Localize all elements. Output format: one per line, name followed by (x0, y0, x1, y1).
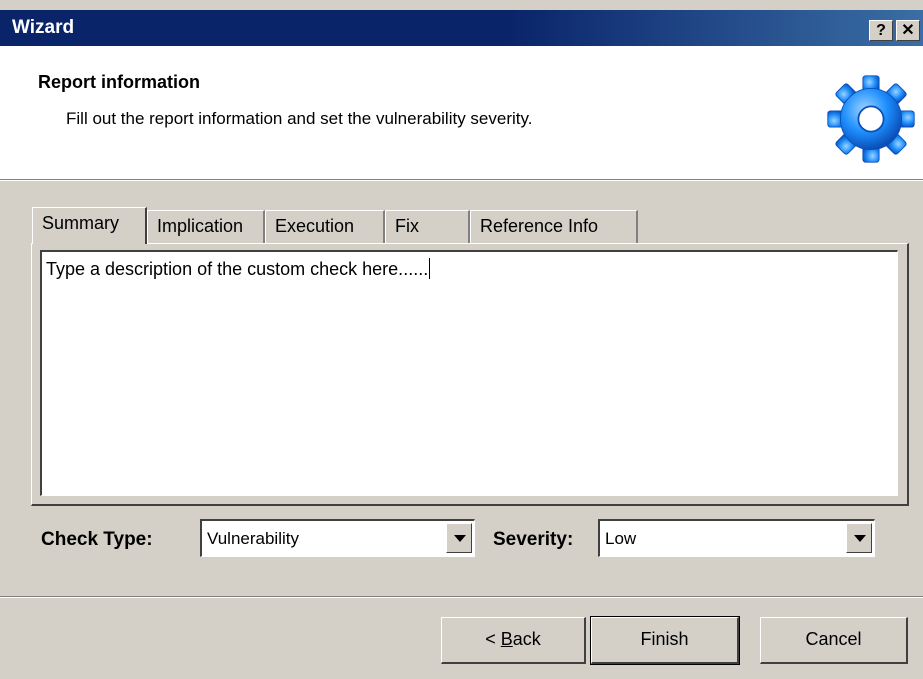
cancel-button[interactable]: Cancel (760, 617, 908, 664)
tab-summary[interactable]: Summary (32, 207, 147, 244)
page-subtitle: Fill out the report information and set … (66, 109, 533, 128)
tab-summary-label: Summary (42, 213, 120, 233)
gear-icon (827, 75, 915, 163)
back-label-rest: ack (512, 629, 541, 649)
check-type-select[interactable]: Vulnerability (200, 519, 475, 557)
tab-execution[interactable]: Execution (265, 210, 385, 243)
header-divider (0, 179, 923, 181)
close-icon: ✕ (901, 22, 915, 39)
chevron-down-icon (854, 535, 866, 542)
finish-button[interactable]: Finish (590, 616, 740, 665)
tab-reference-info[interactable]: Reference Info (470, 210, 638, 243)
back-accelerator: B (500, 629, 513, 649)
check-type-value: Vulnerability (207, 529, 299, 548)
title-bar[interactable]: Wizard ? ✕ (0, 10, 923, 46)
footer-divider (0, 596, 923, 598)
tab-reference-info-label: Reference Info (480, 216, 599, 236)
window-title: Wizard (12, 17, 75, 38)
back-prefix: < (485, 629, 501, 649)
severity-select[interactable]: Low (598, 519, 875, 557)
tab-fix-label: Fix (395, 216, 419, 236)
summary-text: Type a description of the custom check h… (46, 259, 429, 279)
severity-label: Severity: (493, 529, 574, 550)
severity-dropdown-button[interactable] (846, 523, 872, 553)
wizard-header: Report information Fill out the report i… (0, 46, 923, 179)
tab-execution-label: Execution (275, 216, 355, 236)
check-type-label: Check Type: (41, 529, 153, 550)
cancel-label: Cancel (805, 629, 862, 649)
text-caret (429, 258, 431, 279)
back-button[interactable]: < Back (441, 617, 586, 664)
chevron-down-icon (454, 535, 466, 542)
tab-implication-label: Implication (157, 216, 244, 236)
summary-textarea[interactable]: Type a description of the custom check h… (40, 250, 898, 496)
check-type-dropdown-button[interactable] (446, 523, 472, 553)
tab-fix[interactable]: Fix (385, 210, 470, 243)
page-title: Report information (38, 72, 200, 92)
finish-label: Finish (640, 629, 689, 649)
severity-value: Low (605, 529, 637, 548)
tab-panel: Type a description of the custom check h… (31, 243, 909, 506)
tab-implication[interactable]: Implication (147, 210, 265, 243)
close-button[interactable]: ✕ (896, 20, 920, 41)
help-icon: ? (876, 22, 886, 39)
wizard-window: Wizard ? ✕ Report information Fill out t… (0, 0, 923, 679)
help-button[interactable]: ? (869, 20, 893, 41)
